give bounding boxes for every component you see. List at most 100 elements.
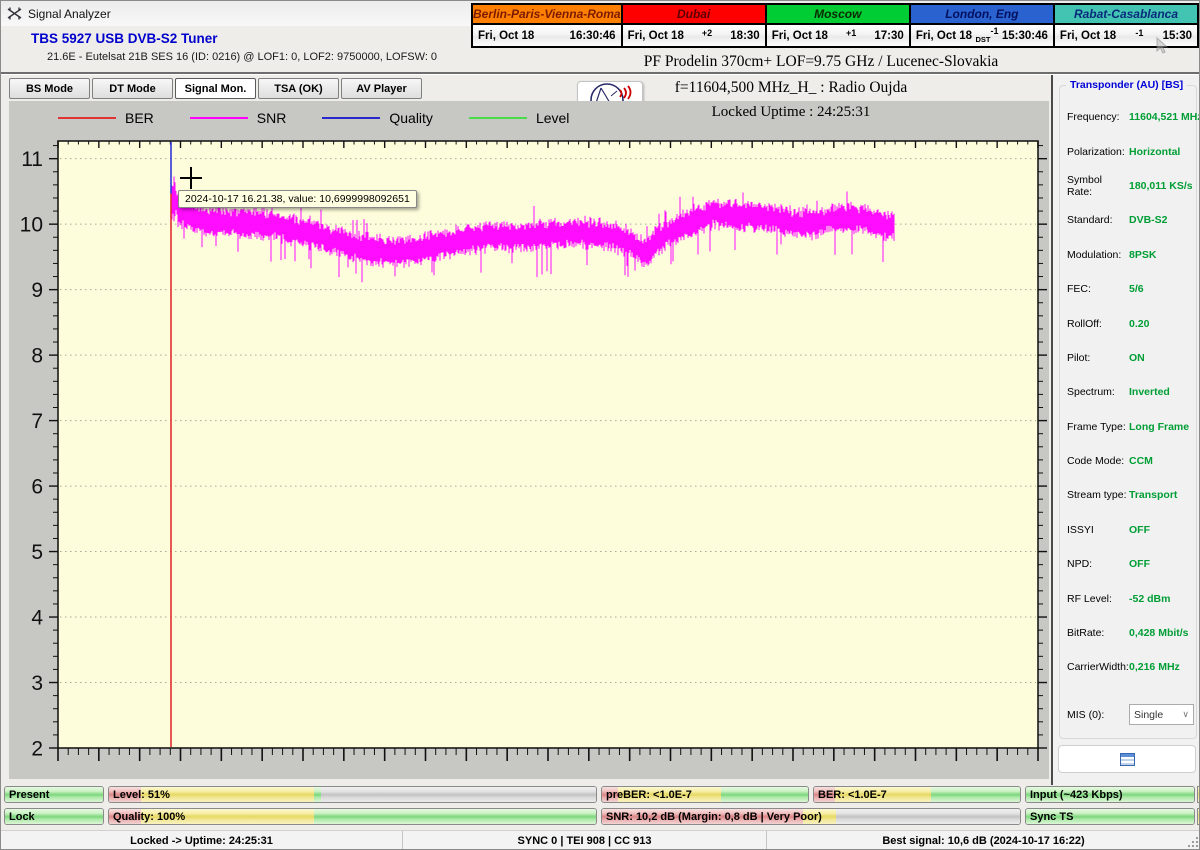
clock-city-label: Rabat-Casablanca [1055,5,1197,25]
mis-label: MIS (0): [1067,709,1129,721]
legend-item-snr: SNR [190,110,287,126]
transponder-label: RF Level: [1067,593,1129,605]
transponder-label: CarrierWidth: [1067,661,1129,673]
clock-date: Fri, Oct 18 [772,30,828,42]
legend-color-dash [190,117,248,120]
transponder-value: OFF [1129,558,1150,570]
snr-chart: 234567891011 [9,101,1049,779]
transponder-label: Frequency: [1067,111,1129,123]
clock-offset: DST-1 [972,26,1002,44]
gauge-segment-silver [836,809,1020,824]
world-clocks: Berlin-Paris-Vienna-Roma Fri, Oct 18 16:30… [471,3,1199,48]
clock-offset: +2 [684,28,730,44]
transponder-value: 0.20 [1129,318,1149,330]
gauge-segment-green [931,787,1020,802]
gauge-snr: SNR: 10,2 dB (Margin: 0,8 dB | Very Poor… [601,808,1021,825]
transponder-label: Stream type: [1067,489,1129,501]
gauge-lock: Lock [4,808,104,825]
tab-av-player[interactable]: AV Player [341,78,422,99]
transponder-label: Symbol Rate: [1067,174,1129,198]
ts-table-button[interactable] [1058,745,1196,773]
ytick-label-3: 3 [31,672,43,695]
transponder-label: Modulation: [1067,249,1129,261]
tab-dt-mode[interactable]: DT Mode [92,78,173,99]
mouse-cursor-icon [1153,37,1169,55]
clock-rabat-casablanca: Rabat-CasablancaFri, Oct 18-115:30 [1053,3,1199,48]
transponder-value: 0,216 MHz [1129,661,1180,673]
transponder-label: Spectrum: [1067,386,1129,398]
utc-offset: +1 [846,28,856,38]
clock-offset: +1 [828,28,874,44]
transponder-label: Polarization: [1067,146,1129,158]
gauge-present: Present [4,786,104,803]
clock-date: Fri, Oct 18 [628,30,684,42]
mis-dropdown[interactable]: Single∨ [1129,704,1194,725]
gauge-label: Input (~423 Kbps) [1030,787,1123,803]
transponder-label: Pilot: [1067,352,1129,364]
app-icon [7,6,22,21]
transponder-rows: Frequency:11604,521 MHzPolarization:Hori… [1067,100,1194,732]
clock-city-label: Berlin-Paris-Vienna-Roma [473,5,621,25]
clock-hms: 17:30 [874,30,903,42]
statusbar: Locked -> Uptime: 24:25:31 SYNC 0 | TEI … [1,830,1200,850]
mode-tabs: BS ModeDT ModeSignal Mon.TSA (OK)AV Play… [9,78,424,99]
clock-time: Fri, Oct 18 +1 17:30 [767,25,909,46]
transponder-value: ON [1129,352,1145,364]
clock-london-eng: London, EngFri, Oct 18DST-115:30:46 [909,3,1055,48]
mis-row: MIS (0):Single∨ [1067,698,1194,732]
clock-date: Fri, Oct 18 [1060,30,1116,42]
transponder-value: CCM [1129,455,1153,467]
gauge-syncts: Sync TS [1025,808,1195,825]
tab-tsa-ok-[interactable]: TSA (OK) [258,78,339,99]
antenna-info: PF Prodelin 370cm+ LOF=9.75 GHz / Lucene… [601,53,1041,71]
legend-item-level: Level [469,110,569,126]
transponder-row: Symbol Rate:180,011 KS/s [1067,169,1194,203]
clock-hms: 16:30:46 [570,30,616,42]
transponder-value: 8PSK [1129,249,1156,261]
clock-time: Fri, Oct 18+218:30 [623,25,765,46]
gauge-label: preBER: <1.0E-7 [606,787,692,803]
gauge-ber: BER: <1.0E-7 [813,786,1021,803]
transponder-value: 180,011 KS/s [1129,180,1193,192]
ytick-label-9: 9 [31,279,43,302]
clock-city-label: Dubai [623,5,765,25]
chevron-down-icon: ∨ [1182,709,1189,720]
gauge-quality: Quality: 100% [108,808,597,825]
ytick-label-4: 4 [31,607,43,630]
gauge-preber: preBER: <1.0E-7 [601,786,809,803]
clock-time: Fri, Oct 18DST-115:30:46 [911,25,1053,46]
transponder-row: Code Mode:CCM [1067,444,1194,478]
transponder-value: DVB-S2 [1129,214,1168,226]
legend-color-dash [469,117,527,120]
legend-label: BER [125,110,154,126]
clock-time: Fri, Oct 18-115:30 [1055,25,1197,46]
clock-date: Fri, Oct 18 [916,30,972,42]
gauge-input: Input (~423 Kbps) [1025,786,1195,803]
gauge-label: Lock [9,809,35,825]
gauge-label: Level: 51% [113,787,170,803]
ytick-label-11: 11 [21,148,43,171]
ytick-label-5: 5 [31,541,43,564]
utc-offset: -1 [990,26,998,36]
transponder-row: BitRate:0,428 Mbit/s [1067,616,1194,650]
transponder-row: CarrierWidth:0,216 MHz [1067,650,1194,684]
chart-tooltip: 2024-10-17 16.21.38, value: 10,699999809… [178,190,417,208]
resize-grip[interactable] [1188,837,1199,848]
table-icon [1120,753,1135,766]
transponder-label: RollOff: [1067,318,1129,330]
transponder-row: Frame Type:Long Frame [1067,410,1194,444]
transponder-row: Polarization:Horizontal [1067,134,1194,168]
tab-bs-mode[interactable]: BS Mode [9,78,90,99]
dst-note: DST [975,36,990,45]
gauge-segment-green [314,787,321,802]
transponder-value: Horizontal [1129,146,1180,158]
gauge-segment-green [314,809,596,824]
transponder-value: 0,428 Mbit/s [1129,627,1189,639]
transponder-row: RollOff:0.20 [1067,306,1194,340]
transponder-row: Spectrum:Inverted [1067,375,1194,409]
transponder-panel: Transponder (AU) [BS] Frequency:11604,52… [1051,75,1200,785]
legend-label: SNR [257,110,287,126]
tab-signal-mon-[interactable]: Signal Mon. [175,78,256,99]
transponder-label: ISSYI [1067,524,1129,536]
transponder-value: 5/6 [1129,283,1144,295]
